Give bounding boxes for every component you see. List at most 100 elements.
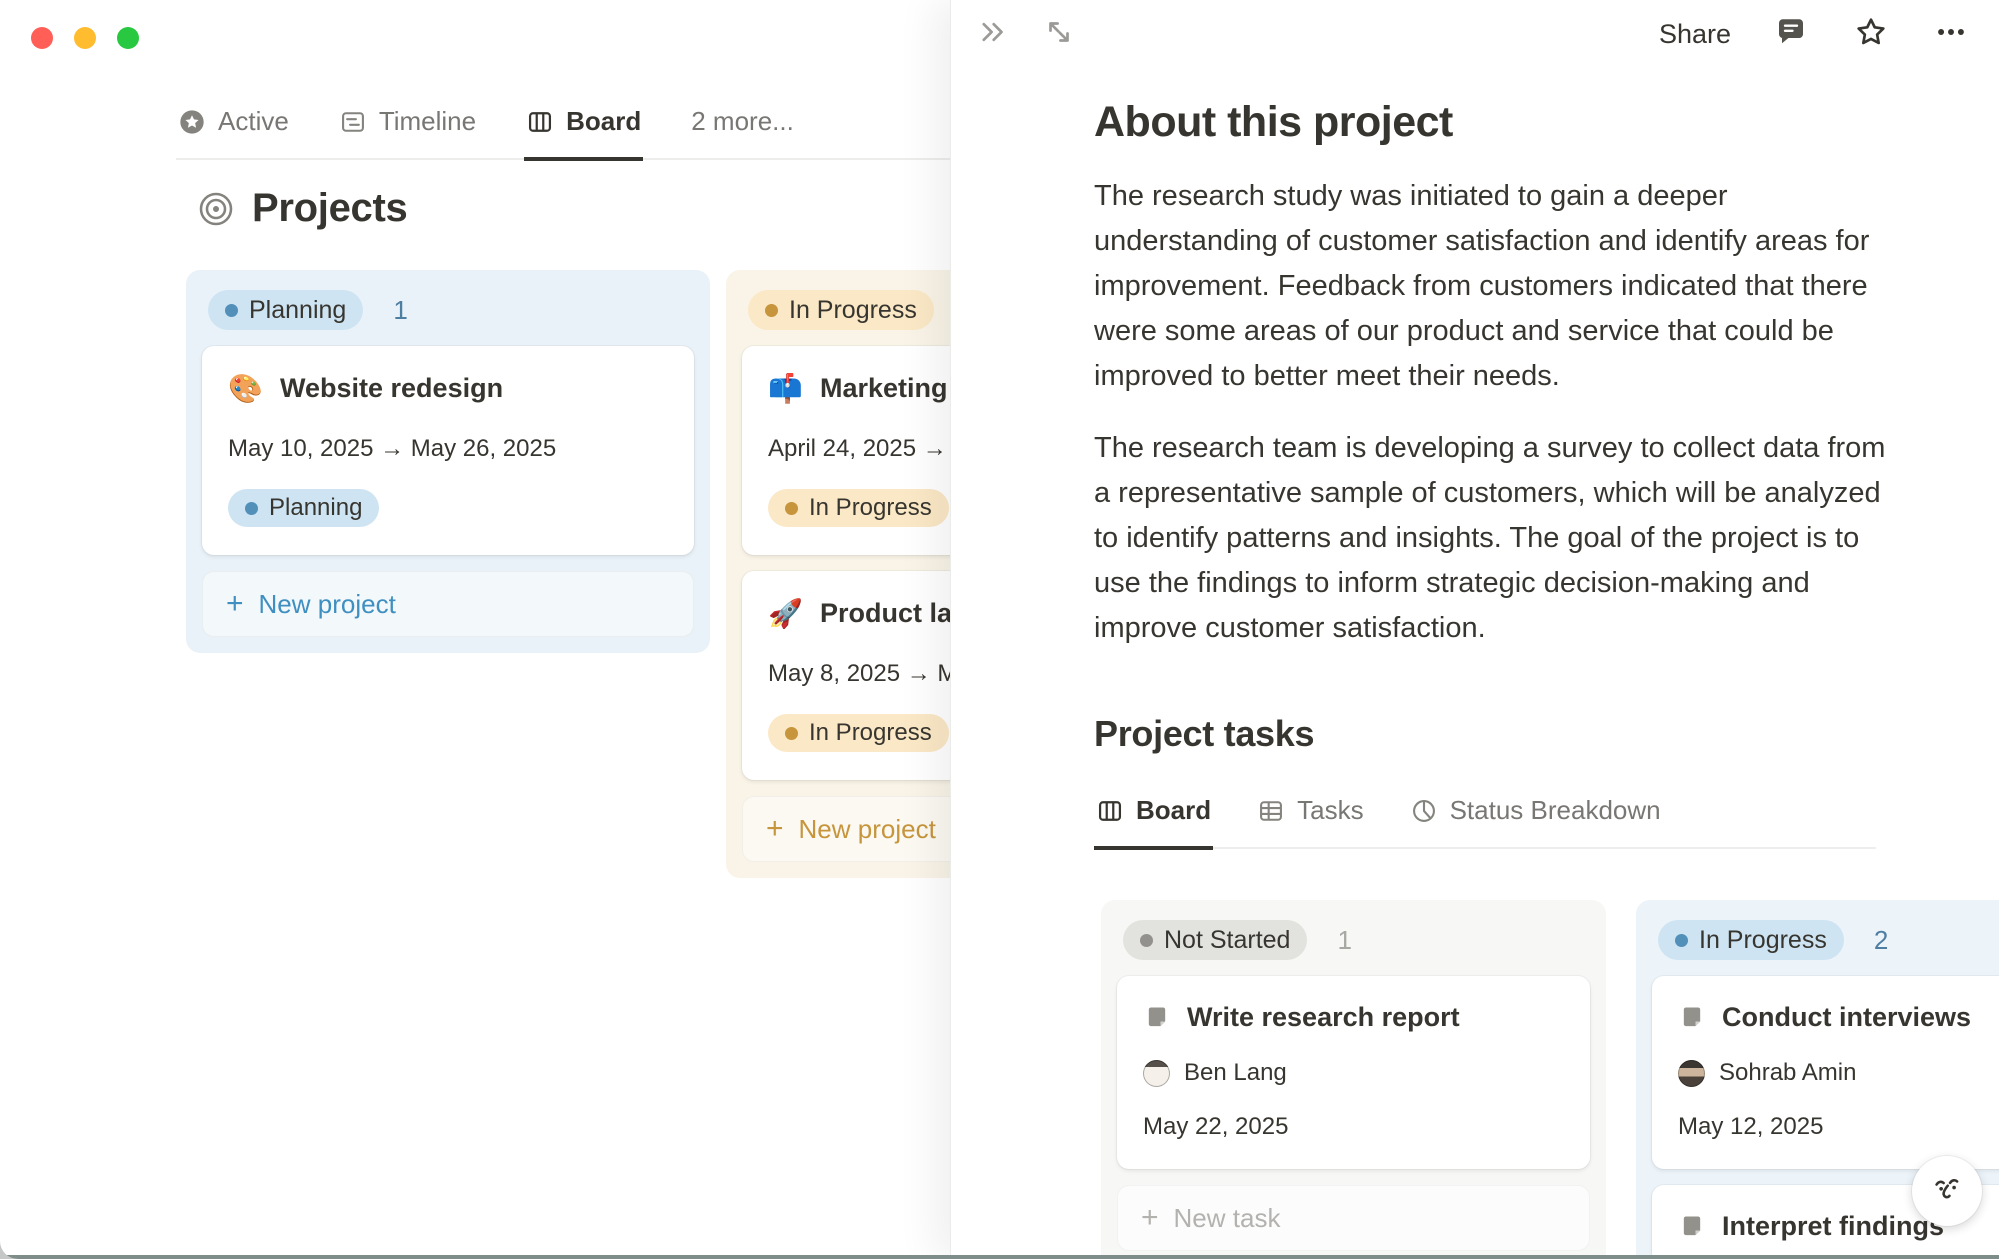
about-paragraph-1: The research study was initiated to gain… (1094, 174, 1886, 399)
tab-active-view[interactable]: Active (176, 94, 291, 161)
column-planning: Planning 1 🎨 Website redesign May 10, 20… (186, 270, 710, 653)
plus-icon: + (226, 589, 244, 619)
new-task-button[interactable]: + New task (1117, 1185, 1590, 1251)
status-pill-not-started[interactable]: Not Started (1123, 920, 1307, 960)
table-icon (1257, 797, 1285, 825)
new-project-label: New project (259, 589, 396, 620)
status-label: In Progress (1699, 926, 1827, 955)
board-columns-icon (526, 108, 554, 136)
status-dot (1675, 934, 1688, 947)
page-title: Projects (252, 186, 407, 231)
column-count: 1 (393, 295, 407, 326)
tab-task-board-view[interactable]: Board (1094, 783, 1213, 850)
task-card-write-research-report[interactable]: Write research report Ben Lang May 22, 2… (1117, 976, 1590, 1169)
tab-label: Board (1136, 795, 1211, 826)
avatar-sohrab-amin (1678, 1060, 1705, 1087)
page-icon (1678, 1213, 1706, 1241)
board-page-title: Projects (198, 186, 407, 231)
peek-toolbar-left (973, 14, 1079, 54)
tasks-board: Not Started 1 Write research report Ben … (1101, 900, 1999, 1259)
status-dot (765, 304, 778, 317)
assignee-name: Ben Lang (1184, 1059, 1287, 1087)
side-peek-panel: Share About this project The research st… (950, 0, 1999, 1259)
status-label: Planning (249, 296, 346, 325)
task-title: Write research report (1187, 1002, 1460, 1033)
tab-tasks-table-view[interactable]: Tasks (1255, 783, 1365, 850)
zoom-window-button[interactable] (117, 27, 139, 49)
page-icon (1143, 1004, 1171, 1032)
double-chevron-right-icon (976, 15, 1010, 54)
task-card-conduct-interviews[interactable]: Conduct interviews Sohrab Amin May 12, 2… (1652, 976, 1999, 1169)
project-tasks-heading: Project tasks (1094, 713, 1886, 755)
assignee-name: Sohrab Amin (1719, 1059, 1856, 1087)
tab-label: Status Breakdown (1450, 795, 1661, 826)
tab-label: 2 more... (691, 106, 794, 137)
window-bottom-edge (0, 1255, 1999, 1259)
column-header: In Progress 2 (1652, 920, 1999, 960)
plus-icon: + (1141, 1203, 1159, 1233)
assignee-row: Ben Lang (1143, 1059, 1564, 1087)
status-label: Planning (269, 494, 362, 522)
new-project-label: New project (799, 814, 936, 845)
status-pill-planning[interactable]: Planning (208, 290, 363, 330)
task-date: May 22, 2025 (1143, 1113, 1564, 1141)
mailbox-emoji-icon: 📫 (768, 372, 804, 405)
status-pill-in-progress[interactable]: In Progress (1658, 920, 1844, 960)
about-heading: About this project (1094, 98, 1886, 147)
status-label: Not Started (1164, 926, 1290, 955)
tab-label: Board (566, 106, 641, 137)
status-label: In Progress (809, 719, 932, 747)
card-status-tag: In Progress (768, 714, 949, 752)
tab-timeline-view[interactable]: Timeline (337, 94, 478, 161)
status-dot (785, 502, 798, 515)
status-dot (245, 502, 258, 515)
card-status-tag: Planning (228, 489, 379, 527)
column-not-started: Not Started 1 Write research report Ben … (1101, 900, 1606, 1259)
status-dot (225, 304, 238, 317)
column-header: Planning 1 (202, 290, 694, 330)
palette-emoji-icon: 🎨 (228, 372, 264, 405)
close-peek-button[interactable] (973, 14, 1013, 54)
task-view-tabs: Board Tasks Status Breakdown (1094, 783, 1876, 849)
avatar-ben-lang (1143, 1060, 1170, 1087)
assignee-row: Sohrab Amin (1678, 1059, 1999, 1087)
ellipsis-icon (1934, 15, 1968, 54)
window-controls (31, 27, 139, 49)
minimize-window-button[interactable] (74, 27, 96, 49)
close-window-button[interactable] (31, 27, 53, 49)
board-columns-icon (1096, 797, 1124, 825)
card-date-range: May 10, 2025 → May 26, 2025 (228, 435, 668, 463)
timeline-icon (339, 108, 367, 136)
status-label: In Progress (809, 494, 932, 522)
status-dot (1140, 934, 1153, 947)
peek-content: About this project The research study wa… (1094, 0, 1886, 849)
notion-ai-face-icon (1925, 1168, 1969, 1215)
about-paragraph-2: The research team is developing a survey… (1094, 426, 1886, 651)
project-card-website-redesign[interactable]: 🎨 Website redesign May 10, 2025 → May 26… (202, 346, 694, 555)
tab-board-view[interactable]: Board (524, 94, 643, 161)
card-status-tag: In Progress (768, 489, 949, 527)
status-pill-in-progress[interactable]: In Progress (748, 290, 934, 330)
new-task-label: New task (1174, 1203, 1281, 1234)
page-icon (1678, 1004, 1706, 1032)
tab-label: Active (218, 106, 289, 137)
more-options-button[interactable] (1931, 14, 1971, 54)
status-dot (785, 727, 798, 740)
column-header: Not Started 1 (1117, 920, 1590, 960)
expand-page-button[interactable] (1039, 14, 1079, 54)
pie-chart-icon (1410, 797, 1438, 825)
tab-more-views[interactable]: 2 more... (689, 94, 796, 161)
new-project-button[interactable]: + New project (202, 571, 694, 637)
status-label: In Progress (789, 296, 917, 325)
tab-status-breakdown-view[interactable]: Status Breakdown (1408, 783, 1663, 850)
expand-diagonal-icon (1042, 15, 1076, 54)
bullseye-icon (198, 191, 234, 227)
tab-label: Tasks (1297, 795, 1363, 826)
column-count: 2 (1874, 925, 1888, 956)
star-circle-icon (178, 108, 206, 136)
task-title: Interpret findings (1722, 1211, 1944, 1242)
plus-icon: + (766, 814, 784, 844)
column-count: 1 (1337, 925, 1351, 956)
task-date: May 12, 2025 (1678, 1113, 1999, 1141)
notion-ai-button[interactable] (1912, 1156, 1982, 1226)
